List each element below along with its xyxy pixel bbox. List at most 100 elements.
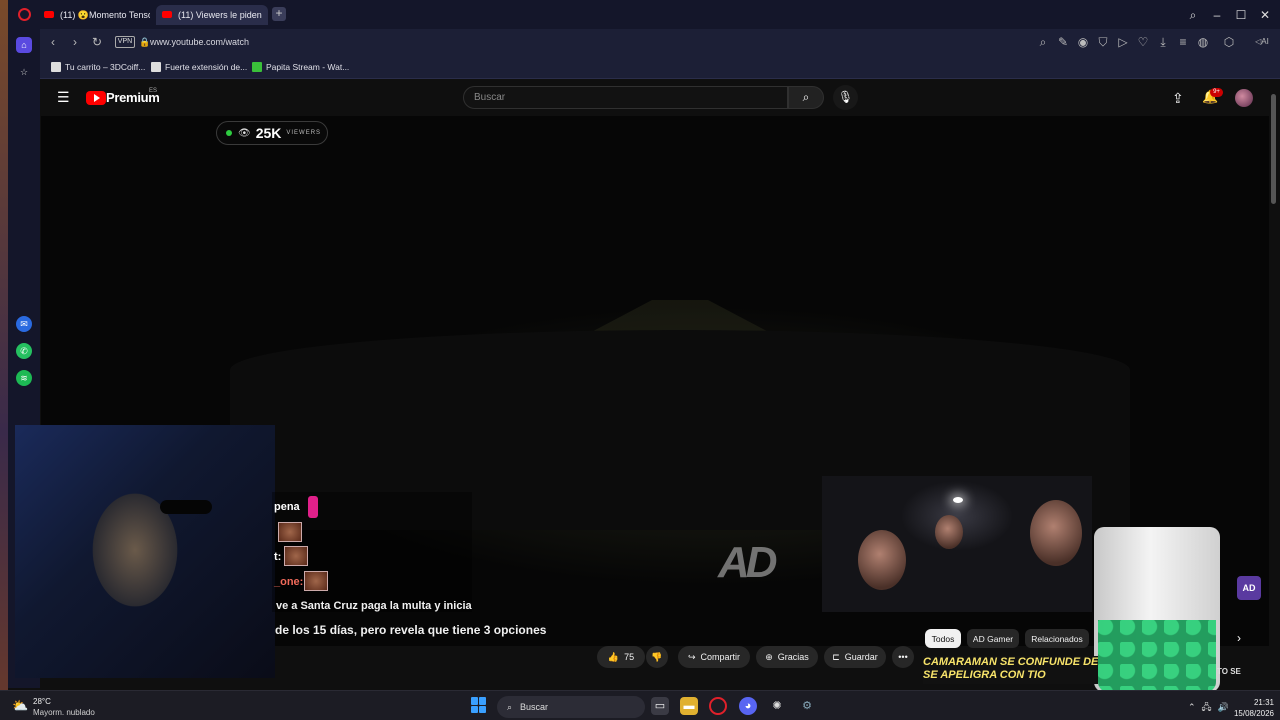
- forward-icon[interactable]: ›: [68, 35, 82, 49]
- shield-icon[interactable]: ⛉: [1096, 35, 1110, 49]
- clock-time: 21:31: [1253, 698, 1274, 707]
- tab-viewers-le-piden[interactable]: (11) Viewers le piden: [156, 5, 268, 25]
- desktop-wallpaper: [0, 0, 8, 720]
- passenger-face: [935, 515, 963, 549]
- thumbnail-title-line: CAMARAMAN SE CONFUNDE DE CU: [923, 656, 1098, 668]
- search-icon: ⌕: [507, 701, 513, 712]
- extensions-icon[interactable]: ⬡: [1222, 35, 1236, 49]
- weather-description[interactable]: Mayorm. nublado: [33, 708, 95, 717]
- sunglasses: [160, 500, 212, 514]
- weather-temperature[interactable]: 28°C: [33, 697, 51, 706]
- task-view-icon[interactable]: ▭: [651, 697, 669, 715]
- search-icon: ⌕: [802, 90, 810, 104]
- messenger-icon[interactable]: ✉: [16, 316, 32, 332]
- heart-icon[interactable]: ♡: [1136, 35, 1150, 49]
- more-icon: •••: [898, 652, 908, 662]
- live-viewers-badge: 👁 25K VIEWERS: [216, 121, 328, 145]
- settings-gear-icon[interactable]: ⚙: [798, 697, 816, 715]
- chevron-right-icon[interactable]: ›: [1237, 631, 1241, 645]
- tab-search-icon[interactable]: ⌕: [1186, 8, 1200, 22]
- zoom-icon[interactable]: ⌕: [1036, 35, 1050, 49]
- share-button[interactable]: ↪ Compartir: [678, 646, 750, 668]
- chip-relacionados[interactable]: Relacionados: [1025, 629, 1089, 648]
- opera-taskbar-icon[interactable]: [709, 697, 727, 715]
- reload-icon[interactable]: ↻: [90, 35, 104, 49]
- dislike-button[interactable]: 👎: [646, 646, 668, 668]
- tab-label: (11) 😮Momento Tenso E: [60, 9, 150, 20]
- chat-emote: [278, 522, 302, 542]
- file-explorer-icon[interactable]: ▬: [680, 697, 698, 715]
- camera-icon[interactable]: ◉: [1076, 35, 1090, 49]
- maximize-button[interactable]: ☐: [1234, 8, 1248, 22]
- discord-icon[interactable]: ◕: [739, 697, 757, 715]
- taskbar-search[interactable]: ⌕ Buscar: [497, 696, 645, 718]
- chat-emote: [304, 571, 328, 591]
- bookmark-item[interactable]: Fuerte extensión de...: [151, 60, 247, 74]
- weather-cloud-icon[interactable]: ⛅: [12, 698, 30, 713]
- chat-username: pena: [274, 501, 300, 513]
- youtube-favicon-icon: [44, 11, 54, 18]
- profile-icon[interactable]: ◍: [1196, 35, 1210, 49]
- thumbs-up-icon: 👍: [607, 651, 620, 662]
- start-button[interactable]: [471, 697, 487, 713]
- tip-jar-contents: [1098, 620, 1216, 692]
- chip-ad-gamer[interactable]: AD Gamer: [967, 629, 1019, 648]
- menu-list-icon[interactable]: ≡: [1176, 35, 1190, 49]
- play-icon[interactable]: ▷: [1116, 35, 1130, 49]
- recommended-thumbnail[interactable]: CAMARAMAN SE CONFUNDE DE CU SE APELIGRA …: [923, 656, 1098, 684]
- thumbnail-title-line: SE APELIGRA CON TIO: [923, 669, 1046, 681]
- taskbar-search-label: Buscar: [520, 702, 549, 712]
- car-interior-light: [953, 497, 963, 503]
- passenger-face: [858, 530, 906, 590]
- thumbnail-title-fragment: TO SE: [1217, 667, 1241, 676]
- star-icon[interactable]: ☆: [16, 64, 32, 80]
- search-input[interactable]: Buscar: [463, 86, 788, 109]
- thanks-label: Gracias: [777, 652, 809, 662]
- edit-icon[interactable]: ✎: [1056, 35, 1070, 49]
- share-label: Compartir: [700, 652, 741, 662]
- close-window-button[interactable]: ✕: [1258, 8, 1272, 22]
- back-icon[interactable]: ‹: [46, 35, 60, 49]
- viewers-count: 25K: [255, 125, 282, 141]
- account-avatar[interactable]: [1235, 89, 1253, 107]
- chat-username: t:: [274, 551, 282, 563]
- youtube-logo-icon[interactable]: [86, 91, 106, 105]
- whatsapp-icon[interactable]: ✆: [16, 343, 32, 359]
- system-tray-icons[interactable]: ⌃🖧🔊: [1188, 700, 1235, 716]
- country-code: ES: [149, 88, 158, 94]
- home-icon[interactable]: ⌂: [16, 37, 32, 53]
- eye-icon: 👁: [238, 127, 251, 139]
- taskbar-clock[interactable]: 21:31 15/08/2026: [1230, 697, 1274, 719]
- like-count: 75: [624, 652, 635, 662]
- opera-logo-icon[interactable]: [18, 8, 31, 21]
- scrollbar-thumb[interactable]: [1271, 94, 1276, 204]
- bookmark-item[interactable]: Papita Stream - Wat...: [252, 60, 349, 74]
- spotify-icon[interactable]: ≋: [16, 370, 32, 386]
- like-button[interactable]: 👍 75: [597, 646, 645, 668]
- voice-search-button[interactable]: 🎙: [833, 85, 858, 110]
- search-button[interactable]: ⌕: [788, 86, 824, 109]
- download-icon[interactable]: ⤓: [1156, 35, 1170, 49]
- bookmark-favicon-icon: [151, 62, 161, 72]
- bookmark-item[interactable]: Tu carrito – 3DCoiff...: [51, 60, 145, 74]
- thanks-button[interactable]: ⊕ Gracias: [756, 646, 818, 668]
- chip-todos[interactable]: Todos: [925, 629, 961, 648]
- tab-momento-tenso[interactable]: (11) 😮Momento Tenso E: [38, 5, 150, 25]
- live-dot-icon: [226, 130, 232, 136]
- news-ticker-line: de los 15 días, pero revela que tiene 3 …: [275, 623, 547, 637]
- more-actions-button[interactable]: •••: [892, 646, 914, 668]
- youtube-favicon-icon: [162, 11, 172, 18]
- ai-icon[interactable]: ◁AI: [1250, 35, 1274, 49]
- save-label: Guardar: [844, 652, 878, 662]
- new-tab-button[interactable]: +: [272, 7, 286, 21]
- hamburger-menu-icon[interactable]: ☰: [57, 90, 73, 104]
- url-input[interactable]: www.youtube.com/watch: [110, 32, 1030, 52]
- thumbs-down-icon: 👎: [651, 651, 663, 662]
- chatgpt-icon[interactable]: ✺: [768, 697, 786, 715]
- viewers-label: VIEWERS: [286, 130, 322, 136]
- chat-emote: [284, 546, 308, 566]
- create-upload-icon[interactable]: ⇪: [1172, 90, 1184, 107]
- save-button[interactable]: ⊏ Guardar: [824, 646, 886, 668]
- minimize-button[interactable]: –: [1210, 8, 1224, 22]
- channel-watermark: AD: [718, 538, 778, 587]
